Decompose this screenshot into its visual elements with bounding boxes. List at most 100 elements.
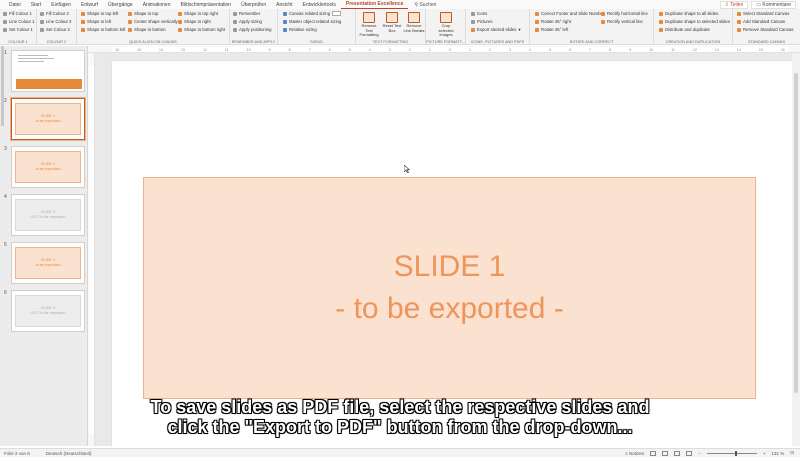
- tab-uebergaenge[interactable]: Übergänge: [103, 2, 138, 8]
- vertical-scrollbar[interactable]: [792, 53, 800, 446]
- slide-number: 6: [4, 290, 7, 296]
- tab-ueberpruefen[interactable]: Überprüfen: [236, 2, 271, 8]
- distribute-and-duplicate-button[interactable]: Distribute and duplicate: [659, 26, 710, 33]
- notes-button[interactable]: ≡ Notizen: [625, 451, 644, 456]
- rotate-45-left-label: Rotate 45° left: [541, 27, 569, 32]
- reset-text-box-button[interactable]: Reset Text Box: [381, 12, 403, 33]
- shape-to-left-button[interactable]: Shape to left: [81, 18, 111, 25]
- scrollbar-thumb[interactable]: [794, 73, 798, 393]
- zoom-in-button[interactable]: +: [763, 451, 766, 456]
- search-box[interactable]: ⚲ Suchen: [408, 2, 436, 8]
- comments-button[interactable]: ▭ Kommentare: [751, 0, 796, 9]
- slide-sorter-icon[interactable]: [662, 450, 669, 456]
- tab-ansicht[interactable]: Ansicht: [271, 2, 297, 8]
- pdf-icon: [471, 27, 475, 32]
- center-shape-vertically-button[interactable]: Center shape vertically: [128, 18, 178, 25]
- tab-entwicklertools[interactable]: Entwicklertools: [298, 2, 341, 8]
- slide-thumbnail-3[interactable]: 3 SLIDE 2 - to be exported -: [4, 146, 85, 188]
- current-slide[interactable]: SLIDE 1 - to be exported -: [112, 61, 794, 451]
- fill-colour-2-button[interactable]: Fill Colour 2: [40, 10, 69, 17]
- shape-to-bottom-button[interactable]: Shape to bottom: [128, 26, 166, 33]
- add-standard-canvas-button[interactable]: Add Standard Canvas: [737, 18, 785, 25]
- thumbnail-subtitle: - NOT to be exported -: [29, 215, 67, 219]
- paint-bucket-icon: [3, 11, 7, 16]
- duplicate-to-all-slides-button[interactable]: Duplicate shape to all slides: [659, 10, 718, 17]
- shape-to-right-button[interactable]: Shape to right: [178, 18, 211, 25]
- tab-einfuegen[interactable]: Einfügen: [46, 2, 76, 8]
- slideshow-icon[interactable]: [686, 450, 693, 456]
- rectify-horizontal-line-button[interactable]: Rectify horizontal line: [601, 10, 648, 17]
- shape-to-bottom-right-button[interactable]: Shape to bottom right: [178, 26, 225, 33]
- rotate-45-right-button[interactable]: Rotate 45° right: [535, 18, 571, 25]
- shape-to-top-right-button[interactable]: Shape to top right: [178, 10, 218, 17]
- slide-thumbnail-4[interactable]: 4 SLIDE 3 - NOT to be exported -: [4, 194, 85, 236]
- tab-bildschirmpraesentation[interactable]: Bildschirmpräsentation: [176, 2, 237, 8]
- ruler-tick-label: 13: [180, 47, 185, 52]
- tab-entwurf[interactable]: Entwurf: [76, 2, 103, 8]
- fit-slide-icon[interactable]: ⊡: [790, 450, 794, 456]
- remove-text-formatting-button[interactable]: Remove Text Formatting: [358, 12, 380, 38]
- tab-start[interactable]: Start: [26, 2, 47, 8]
- thumbnails-scrollbar[interactable]: [1, 46, 4, 126]
- shape-to-top-left-button[interactable]: Shape to top left: [81, 10, 118, 17]
- apply-sizing-button[interactable]: Apply sizing: [233, 18, 262, 25]
- slide-thumbnail-2[interactable]: 2 SLIDE 1 - to be exported -: [4, 98, 85, 140]
- group-label-remember-apply: REMEMBER AND APPLY: [231, 40, 276, 44]
- horizontal-line-icon: [601, 11, 605, 16]
- slide-subtitle[interactable]: - to be exported -: [335, 288, 563, 330]
- export-selected-slides-button[interactable]: Export slected slides ▾: [471, 26, 521, 33]
- tab-presentation-excellence[interactable]: Presentation Excellence: [340, 0, 409, 9]
- tab-datei[interactable]: Datei: [4, 2, 26, 8]
- apply-positioning-icon: [233, 27, 237, 32]
- tab-animationen[interactable]: Animationen: [138, 2, 176, 8]
- zoom-out-button[interactable]: −: [698, 451, 701, 456]
- master-object-sizing-button[interactable]: Master object related sizing: [283, 18, 341, 25]
- line-colour-1-label: Line Colour 1: [9, 19, 35, 24]
- zoom-level[interactable]: 131 %: [771, 451, 784, 456]
- line-colour-1-button[interactable]: Line Colour 1: [3, 18, 35, 25]
- sizing-dropdown[interactable]: [332, 11, 342, 16]
- share-button[interactable]: ⇪ Teilen: [719, 0, 749, 9]
- chevron-down-icon[interactable]: ▾: [518, 27, 520, 33]
- set-colour-2-button[interactable]: Set Colour 2: [40, 26, 70, 33]
- rotate-45-left-button[interactable]: Rotate 45° left: [535, 26, 568, 33]
- zoom-slider[interactable]: [706, 450, 757, 456]
- slide-number: 5: [4, 242, 7, 248]
- remember-button[interactable]: Remember: [233, 10, 260, 17]
- zoom-slider-handle[interactable]: [734, 450, 737, 456]
- shape-to-top-button[interactable]: Shape to top: [128, 10, 158, 17]
- shape-to-bottom-left-button[interactable]: Shape to bottom left: [81, 26, 125, 33]
- slide-thumbnail-1[interactable]: 1: [4, 50, 85, 92]
- relative-sizing-button[interactable]: Relative sizing: [283, 26, 317, 33]
- reading-view-icon[interactable]: [674, 450, 681, 456]
- correct-footer-button[interactable]: Correct Footer and Slide Number: [535, 10, 604, 17]
- rectify-vertical-line-button[interactable]: Rectify vertical line: [601, 18, 643, 25]
- remove-standard-canvas-button[interactable]: Remove Standard Canvas: [737, 26, 793, 33]
- normal-view-icon[interactable]: [650, 450, 657, 456]
- set-colour-1-button[interactable]: Set Colour 1: [3, 26, 33, 33]
- slide-thumbnail-5[interactable]: 5 SLIDE 4 - to be exported -: [4, 242, 85, 284]
- align-top-icon: [128, 11, 132, 16]
- language-indicator[interactable]: Deutsch (Deutschland): [46, 451, 92, 456]
- fill-colour-1-button[interactable]: Fill Colour 1: [3, 10, 32, 17]
- remove-line-breaks-button[interactable]: Remove Line Breaks: [403, 12, 425, 33]
- picture-icon: [471, 19, 475, 24]
- rotate-right-icon: [535, 19, 539, 24]
- canvas-related-sizing-button[interactable]: Canvas related sizing: [283, 10, 342, 17]
- apply-positioning-button[interactable]: Apply positioning: [233, 26, 272, 33]
- crop-selected-images-button[interactable]: Crop selected images: [434, 12, 458, 38]
- icons-button[interactable]: Icons: [471, 10, 487, 17]
- select-standard-canvas-button[interactable]: Select Standard Canvas: [737, 10, 789, 17]
- vertical-ruler[interactable]: [88, 53, 95, 446]
- pictures-button[interactable]: Pictures: [471, 18, 493, 25]
- slide-content-box[interactable]: SLIDE 1 - to be exported -: [143, 177, 756, 399]
- slide-title[interactable]: SLIDE 1: [394, 246, 506, 288]
- duplicate-to-selected-slides-button[interactable]: Duplicate shape to selected slides: [659, 18, 730, 25]
- ruler-tick-label: 8: [609, 47, 612, 52]
- distribute-and-duplicate-label: Distribute and duplicate: [665, 27, 710, 32]
- slide-thumbnail-6[interactable]: 6 SLIDE 5 - NOT to be exported -: [4, 290, 85, 332]
- horizontal-ruler[interactable]: 16 15 14 13 12 11 10 9 8 7 6 5 4 3 2 1 0 1 2 3 4 5 6 7 8 9 10 11 12 1…: [88, 46, 800, 53]
- slide-editing-area: SLIDE 1 - to be exported -: [95, 53, 800, 451]
- ruler-tick-label: 6: [328, 47, 331, 52]
- line-colour-2-button[interactable]: Line Colour 2: [40, 18, 72, 25]
